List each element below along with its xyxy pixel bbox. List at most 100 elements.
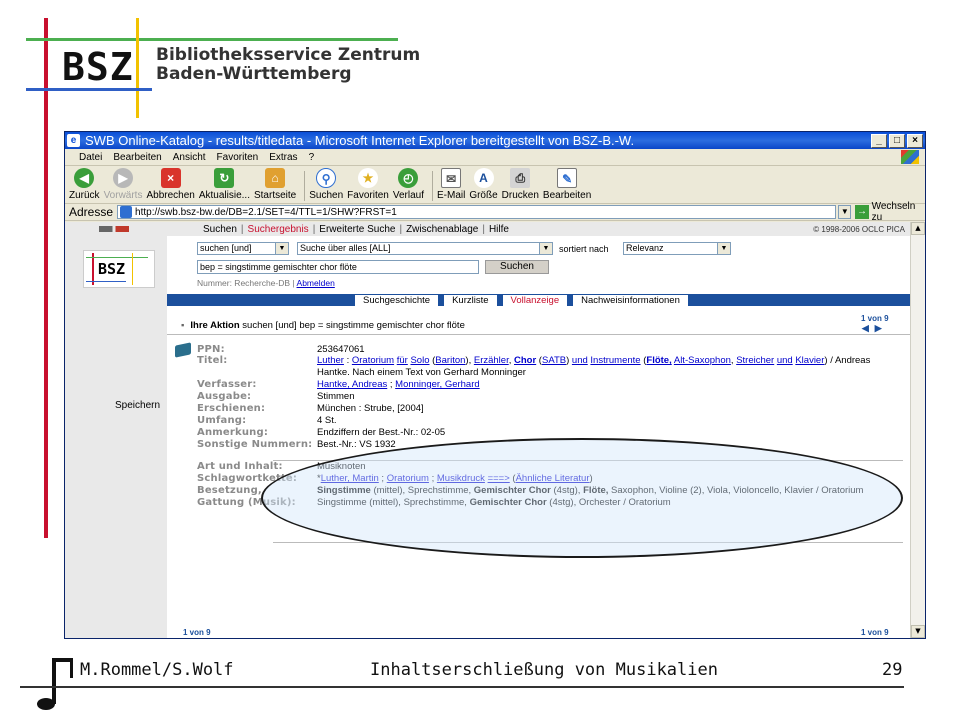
- value-titel: Luther : Oratorium für Solo (Bariton), E…: [317, 355, 871, 378]
- vertical-scrollbar[interactable]: ▲ ▼: [910, 222, 925, 638]
- catalog-nav: Suchen | Suchergebnis | Erweiterte Suche | …: [167, 222, 911, 236]
- footer-page-number: 29: [882, 660, 903, 680]
- toolbar-separator: [431, 171, 433, 201]
- tab-nachweisinformationen[interactable]: Nachweisinformationen: [573, 295, 688, 306]
- search-icon: ⚲: [316, 168, 337, 188]
- pager-bottom-right: 1 von 9 ◀▶: [861, 628, 889, 638]
- forward-arrow-icon: ▶: [113, 168, 134, 188]
- db-info: Nummer: Recherche-DB | Abmelden: [197, 278, 335, 288]
- search-submit-button[interactable]: Suchen: [485, 260, 549, 274]
- search-input[interactable]: bep = singstimme gemischter chor flöte: [197, 260, 479, 274]
- address-label: Adresse: [69, 205, 114, 219]
- stop-button[interactable]: × Abbrechen: [146, 168, 195, 201]
- label-sonstige: Sonstige Nummern:: [197, 439, 313, 450]
- divider: [167, 334, 911, 335]
- address-bar: Adresse http://swb.bsz-bw.de/DB=2.1/SET=…: [65, 201, 925, 223]
- menu-extras[interactable]: Extras: [269, 152, 297, 163]
- menu-bearbeiten[interactable]: Bearbeiten: [113, 152, 161, 163]
- back-button[interactable]: ◀ Zurück: [69, 168, 100, 201]
- org-line-1: Bibliotheksservice Zentrum: [156, 45, 421, 65]
- go-button[interactable]: → Wechseln zu: [855, 201, 925, 223]
- left-sidebar: BSZ Speichern: [65, 222, 167, 638]
- favorites-button[interactable]: ★ Favoriten: [347, 168, 389, 201]
- footer-line: [20, 686, 904, 688]
- tab-vollanzeige[interactable]: Vollanzeige: [502, 295, 568, 306]
- pager-arrows-icon[interactable]: ◀▶: [183, 637, 211, 638]
- label-erschienen: Erschienen:: [197, 403, 266, 414]
- print-button[interactable]: ⎙ Drucken: [502, 168, 539, 201]
- nav-suchergebnis[interactable]: Suchergebnis: [248, 224, 309, 235]
- chevron-down-icon: ▼: [275, 243, 288, 254]
- slide-red-line: [44, 18, 48, 538]
- back-arrow-icon: ◀: [74, 168, 95, 188]
- org-line-2: Baden-Württemberg: [156, 64, 352, 84]
- address-dropdown-button[interactable]: ▼: [838, 205, 852, 219]
- org-name: Bibliotheksservice Zentrum Baden-Württem…: [156, 46, 420, 84]
- label-ausgabe: Ausgabe:: [197, 391, 252, 402]
- scroll-down-icon[interactable]: ▼: [911, 625, 925, 638]
- bsz-logo: BSZ: [62, 45, 134, 89]
- search-field-select[interactable]: Suche über alles [ALL] ▼: [297, 242, 553, 255]
- minimize-button[interactable]: _: [871, 133, 887, 148]
- ie-icon: e: [67, 134, 80, 147]
- author-link[interactable]: Monninger, Gerhard: [395, 379, 480, 390]
- menu-datei[interactable]: Datei: [79, 152, 102, 163]
- pager-arrows-icon[interactable]: ◀▶: [861, 637, 889, 638]
- windows-flag-icon: [901, 150, 919, 164]
- nav-hilfe[interactable]: Hilfe: [489, 224, 509, 235]
- menu-ansicht[interactable]: Ansicht: [173, 152, 206, 163]
- nav-erweiterte-suche[interactable]: Erweiterte Suche: [319, 224, 395, 235]
- pager-arrows-icon[interactable]: ◀▶: [861, 323, 889, 334]
- email-button[interactable]: ✉ E-Mail: [437, 168, 465, 201]
- maximize-button[interactable]: □: [889, 133, 905, 148]
- highlight-ellipse: [261, 438, 903, 558]
- label-verfasser: Verfasser:: [197, 379, 257, 390]
- nav-suchen[interactable]: Suchen: [203, 224, 237, 235]
- search-button[interactable]: ⚲ Suchen: [309, 168, 343, 201]
- bsz-small-logo[interactable]: BSZ: [83, 250, 155, 288]
- author-link[interactable]: Hantke, Andreas: [317, 379, 387, 390]
- action-text: suchen [und] bep = singstimme gemischter…: [242, 320, 465, 331]
- go-arrow-icon: →: [855, 205, 869, 219]
- forward-button[interactable]: ▶ Vorwärts: [104, 168, 142, 201]
- pager-bottom-left-text: 1 von 9: [183, 628, 211, 637]
- menu-help[interactable]: ?: [309, 152, 315, 163]
- tab-kurzliste[interactable]: Kurzliste: [444, 295, 497, 306]
- value-umfang: 4 St.: [317, 415, 337, 426]
- sort-label: sortiert nach: [559, 244, 609, 254]
- pager-top-text: 1 von 9: [861, 314, 889, 323]
- language-flags-icon[interactable]: [99, 226, 129, 232]
- refresh-button[interactable]: ↻ Aktualisie...: [199, 168, 250, 201]
- edit-icon: ✎: [557, 168, 578, 188]
- slide-yellow-line: [136, 18, 139, 118]
- nav-zwischenablage[interactable]: Zwischenablage: [406, 224, 478, 235]
- menu-bar: Datei Bearbeiten Ansicht Favoriten Extra…: [65, 149, 925, 166]
- close-button[interactable]: ×: [907, 133, 923, 148]
- web-page: BSZ Speichern Suchen | Suchergebnis | Erwe…: [65, 222, 911, 638]
- action-label: Ihre Aktion: [190, 320, 240, 331]
- history-icon: ◴: [398, 168, 419, 188]
- value-erschienen: München : Strube, [2004]: [317, 403, 424, 414]
- music-note-icon: [37, 658, 73, 710]
- copyright: © 1998-2006 OCLC PICA: [813, 224, 905, 234]
- history-button[interactable]: ◴ Verlauf: [393, 168, 424, 201]
- tab-suchgeschichte[interactable]: Suchgeschichte: [355, 295, 439, 306]
- window-title: SWB Online-Katalog - results/titledata -…: [85, 133, 635, 148]
- search-mode-select[interactable]: suchen [und] ▼: [197, 242, 289, 255]
- sort-select[interactable]: Relevanz ▼: [623, 242, 731, 255]
- label-umfang: Umfang:: [197, 415, 247, 426]
- home-button[interactable]: ⌂ Startseite: [254, 168, 296, 201]
- menu-favoriten[interactable]: Favoriten: [217, 152, 259, 163]
- edit-button[interactable]: ✎ Bearbeiten: [543, 168, 591, 201]
- result-tabs: Suchgeschichte Kurzliste Vollanzeige Nac…: [355, 295, 694, 306]
- toolbar: ◀ Zurück ▶ Vorwärts × Abbrechen ↻ Aktualisie…: [65, 166, 925, 204]
- chevron-down-icon: ▼: [539, 243, 552, 254]
- size-button[interactable]: A Größe: [469, 168, 498, 201]
- mail-icon: ✉: [441, 168, 462, 188]
- scroll-up-icon[interactable]: ▲: [911, 222, 925, 235]
- speichern-link[interactable]: Speichern: [115, 400, 160, 411]
- label-besetzung: Besetzung,: [197, 485, 262, 496]
- label-anmerkung: Anmerkung:: [197, 427, 269, 438]
- address-input[interactable]: http://swb.bsz-bw.de/DB=2.1/SET=4/TTL=1/…: [117, 205, 837, 219]
- abmelden-link[interactable]: Abmelden: [297, 278, 335, 288]
